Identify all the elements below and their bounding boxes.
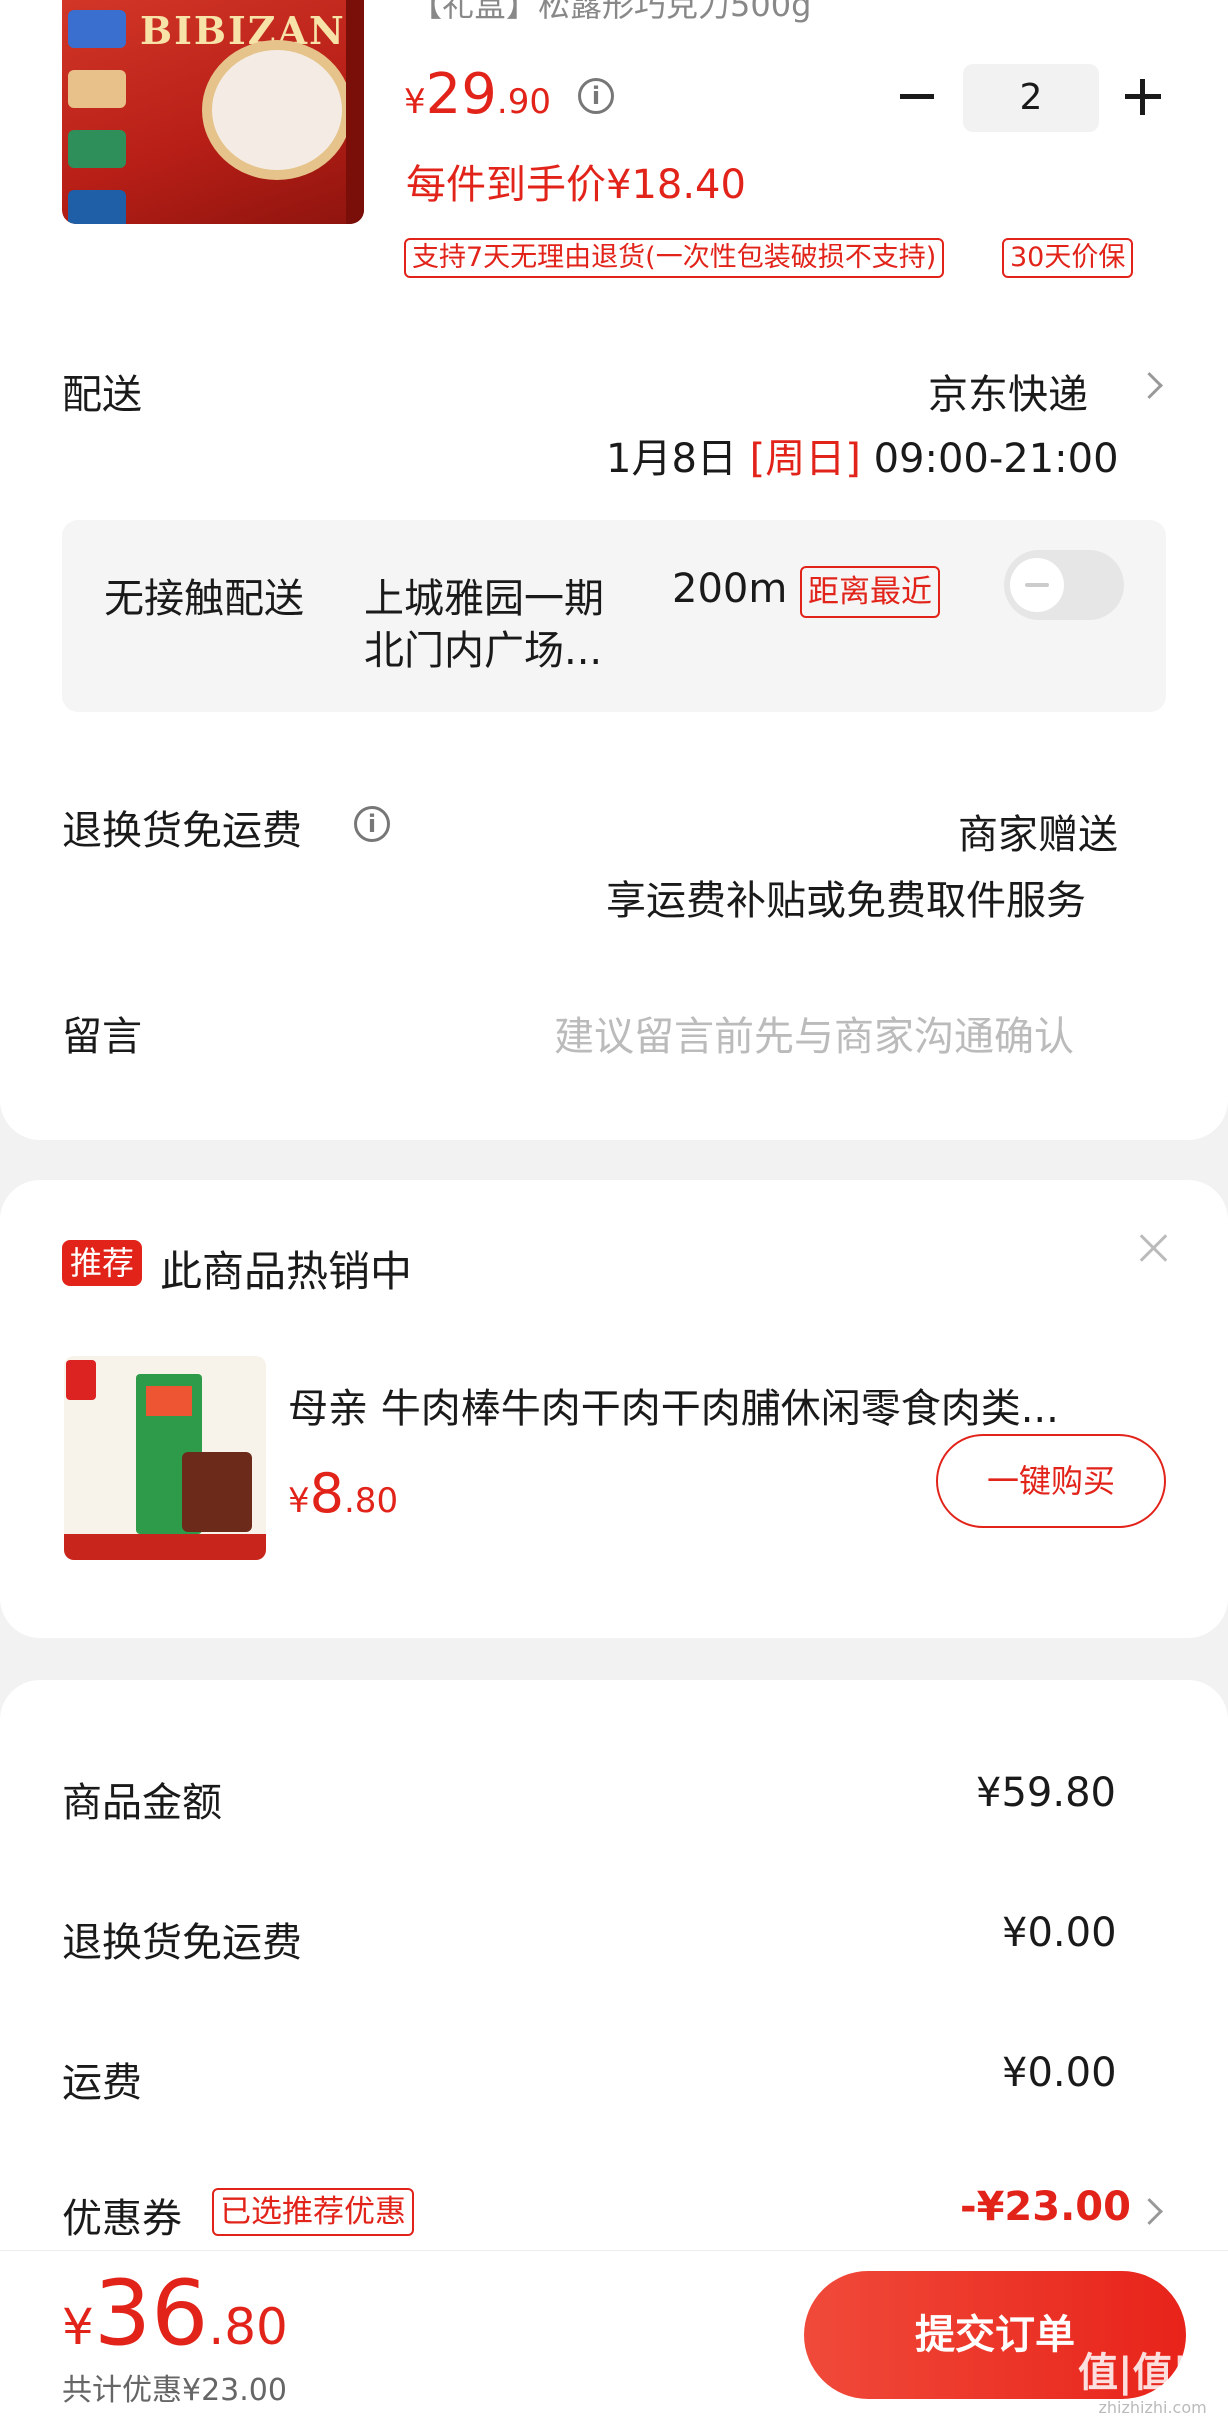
- quantity-decrease-button[interactable]: [900, 94, 934, 99]
- watermark-url: zhizhizhi.com: [1098, 2398, 1207, 2417]
- summary-label-shipping: 运费: [62, 2060, 142, 2106]
- return-policy-tag: 支持7天无理由退货(一次性包装破损不支持): [404, 238, 945, 278]
- one-click-buy-button[interactable]: 一键购买: [936, 1434, 1166, 1528]
- watermark-logo: 值|值|值: [1078, 2350, 1228, 2396]
- return-shipping-sub: 享运费补贴或免费取件服务: [606, 878, 1086, 924]
- total-price: ¥36.80: [62, 2261, 288, 2366]
- delivery-carrier[interactable]: 京东快递: [928, 362, 1088, 420]
- delivery-time[interactable]: 1月8日 [周日] 09:00-21:00: [606, 426, 1119, 484]
- recommend-badge: 推荐: [62, 1240, 143, 1286]
- message-label: 留言: [62, 1014, 142, 1060]
- delivery-label: 配送: [62, 372, 142, 418]
- coupon-label: 优惠券: [62, 2196, 182, 2242]
- return-shipping-label: 退换货免运费: [62, 808, 302, 854]
- product-price: ¥29.90: [404, 62, 551, 127]
- summary-value-return-shipping: ¥0.00: [1002, 1910, 1117, 1956]
- recommend-item-title[interactable]: 母亲 牛肉棒牛肉干肉干肉脯休闲零食肉类...: [288, 1376, 1059, 1434]
- order-card: BIBIZAN 【礼盒】松露形巧克力500g ¥29.90 i 2 每件到手价¥…: [0, 0, 1228, 1140]
- recommend-price: ¥8.80: [288, 1462, 399, 1525]
- return-shipping-info-icon[interactable]: i: [354, 806, 390, 842]
- summary-value-goods: ¥59.80: [976, 1770, 1116, 1816]
- price-protection-tag: 30天价保: [1002, 238, 1134, 278]
- chevron-right-icon[interactable]: [1136, 2198, 1163, 2225]
- summary-label-return-shipping: 退换货免运费: [62, 1920, 302, 1966]
- summary-card: 商品金额 ¥59.80 退换货免运费 ¥0.00 运费 ¥0.00 优惠券 已选…: [0, 1680, 1228, 2280]
- recommend-product-image[interactable]: [64, 1356, 266, 1560]
- recommend-title: 此商品热销中: [160, 1247, 413, 1296]
- quantity-increase-button[interactable]: [1125, 79, 1161, 115]
- message-input[interactable]: 建议留言前先与商家沟通确认: [554, 1004, 1074, 1062]
- contactless-panel: 无接触配送 上城雅园一期 北门内广场... 200m 距离最近: [62, 520, 1166, 712]
- coupon-value[interactable]: -¥23.00: [960, 2184, 1131, 2230]
- total-saving: 共计优惠¥23.00: [62, 2373, 287, 2408]
- checkout-bar: ¥36.80 共计优惠¥23.00 提交订单: [0, 2250, 1228, 2419]
- watermark: 值|值|值 zhizhizhi.com: [1078, 2340, 1227, 2417]
- return-shipping-value: 商家赠送: [958, 812, 1118, 858]
- quantity-value[interactable]: 2: [963, 64, 1099, 132]
- product-image[interactable]: BIBIZAN: [62, 0, 364, 224]
- product-title: 【礼盒】松露形巧克力500g: [410, 0, 812, 24]
- pickup-place-line2: 北门内广场...: [364, 628, 603, 674]
- price-info-icon[interactable]: i: [578, 78, 614, 114]
- summary-label-goods: 商品金额: [62, 1780, 222, 1826]
- contactless-toggle[interactable]: [1004, 550, 1124, 620]
- pickup-distance: 200m: [672, 566, 788, 612]
- coupon-tag: 已选推荐优惠: [212, 2188, 414, 2236]
- unit-price-label: 每件到手价¥18.40: [406, 162, 746, 208]
- recommend-card: 推荐 此商品热销中 母亲 牛肉棒牛肉干肉干肉脯休闲零食肉类... ¥8.80 一…: [0, 1180, 1228, 1638]
- nearest-badge: 距离最近: [800, 566, 940, 618]
- contactless-label: 无接触配送: [104, 576, 304, 622]
- close-icon[interactable]: [1136, 1230, 1172, 1266]
- summary-value-shipping: ¥0.00: [1002, 2050, 1117, 2096]
- pickup-place-line1: 上城雅园一期: [364, 576, 604, 622]
- chevron-right-icon[interactable]: [1136, 372, 1163, 399]
